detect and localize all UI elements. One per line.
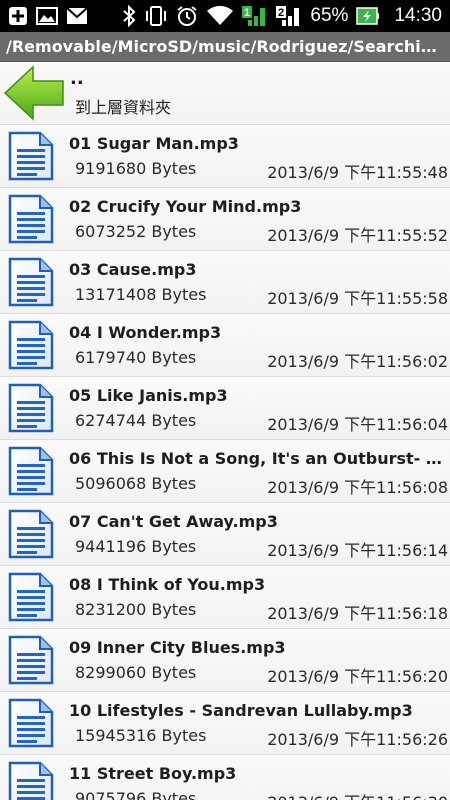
notification-icons [8, 6, 88, 26]
file-row[interactable]: 01 Sugar Man.mp3 9191680 Bytes 2013/6/9 … [0, 125, 450, 188]
file-date: 2013/6/9 下午11:56:18 [267, 604, 448, 623]
file-size: 5096068 Bytes [75, 474, 197, 493]
system-icons: 1 2 65% 14:30 [122, 4, 442, 28]
svg-text:2: 2 [278, 7, 284, 19]
file-name: 06 This Is Not a Song, It's an Outburst-… [69, 449, 447, 468]
file-date: 2013/6/9 下午11:56:20 [267, 667, 448, 686]
add-notification-icon [8, 6, 28, 26]
file-size: 6073252 Bytes [75, 222, 197, 241]
document-icon [7, 446, 55, 496]
file-row[interactable]: 08 I Think of You.mp3 8231200 Bytes 2013… [0, 566, 450, 629]
file-date: 2013/6/9 下午11:55:58 [267, 289, 448, 308]
parent-folder-name: .. [70, 68, 84, 89]
sim2-signal-icon: 2 [276, 4, 302, 28]
svg-text:1: 1 [244, 7, 250, 19]
file-size: 15945316 Bytes [75, 726, 207, 745]
mail-notification-icon [66, 7, 88, 25]
wifi-icon [206, 5, 234, 27]
vibrate-icon [144, 5, 168, 27]
file-size: 8299060 Bytes [75, 663, 197, 682]
file-size: 6179740 Bytes [75, 348, 197, 367]
file-name: 01 Sugar Man.mp3 [69, 134, 239, 153]
file-row[interactable]: 04 I Wonder.mp3 6179740 Bytes 2013/6/9 下… [0, 314, 450, 377]
file-date: 2013/6/9 下午11:55:52 [267, 226, 448, 245]
file-list[interactable]: .. 到上層資料夾 01 Sugar Man.mp3 9191680 Bytes… [0, 62, 450, 800]
document-icon [7, 509, 55, 559]
file-date: 2013/6/9 下午11:56:04 [267, 415, 448, 434]
battery-charging-icon [356, 6, 380, 26]
current-path: /Removable/MicroSD/music/Rodriguez/Searc… [6, 37, 444, 56]
file-date: 2013/6/9 下午11:56:02 [267, 352, 448, 371]
file-name: 02 Crucify Your Mind.mp3 [69, 197, 302, 216]
file-name: 07 Can't Get Away.mp3 [69, 512, 278, 531]
file-size: 8231200 Bytes [75, 600, 197, 619]
document-icon [7, 131, 55, 181]
back-arrow-icon [2, 64, 66, 122]
file-size: 13171408 Bytes [75, 285, 207, 304]
file-date: 2013/6/9 下午11:55:48 [267, 163, 448, 182]
file-row[interactable]: 11 Street Boy.mp3 9075796 Bytes 2013/6/9… [0, 755, 450, 800]
file-row[interactable]: 07 Can't Get Away.mp3 9441196 Bytes 2013… [0, 503, 450, 566]
file-date: 2013/6/9 下午11:56:26 [267, 730, 448, 749]
file-name: 05 Like Janis.mp3 [69, 386, 228, 405]
file-row[interactable]: 09 Inner City Blues.mp3 8299060 Bytes 20… [0, 629, 450, 692]
file-name: 08 I Think of You.mp3 [69, 575, 266, 594]
file-date: 2013/6/9 下午11:56:30 [267, 789, 448, 800]
file-size: 9191680 Bytes [75, 159, 197, 178]
document-icon [7, 698, 55, 748]
parent-folder-label: 到上層資料夾 [75, 98, 172, 117]
file-name: 10 Lifestyles - Sandrevan Lullaby.mp3 [69, 701, 413, 720]
document-icon [7, 194, 55, 244]
path-bar: /Removable/MicroSD/music/Rodriguez/Searc… [0, 32, 450, 62]
document-icon [7, 257, 55, 307]
document-icon [7, 572, 55, 622]
alarm-icon [176, 5, 198, 27]
battery-percent: 65% [310, 5, 349, 26]
file-row[interactable]: 06 This Is Not a Song, It's an Outburst-… [0, 440, 450, 503]
bluetooth-icon [122, 5, 136, 27]
file-row[interactable]: 05 Like Janis.mp3 6274744 Bytes 2013/6/9… [0, 377, 450, 440]
file-row[interactable]: 02 Crucify Your Mind.mp3 6073252 Bytes 2… [0, 188, 450, 251]
file-size: 9075796 Bytes [75, 789, 197, 800]
document-icon [7, 635, 55, 685]
file-name: 03 Cause.mp3 [69, 260, 197, 279]
file-name: 11 Street Boy.mp3 [69, 764, 237, 783]
file-size: 9441196 Bytes [75, 537, 197, 556]
file-size: 6274744 Bytes [75, 411, 197, 430]
file-row[interactable]: 10 Lifestyles - Sandrevan Lullaby.mp3 15… [0, 692, 450, 755]
document-icon [7, 761, 55, 800]
parent-folder-row[interactable]: .. 到上層資料夾 [0, 62, 450, 125]
sim1-signal-icon: 1 [242, 4, 268, 28]
image-notification-icon [36, 6, 58, 26]
file-date: 2013/6/9 下午11:56:14 [267, 541, 448, 560]
file-name: 09 Inner City Blues.mp3 [69, 638, 286, 657]
document-icon [7, 320, 55, 370]
file-date: 2013/6/9 下午11:56:08 [267, 478, 448, 497]
status-bar: 1 2 65% 14:30 [0, 0, 450, 32]
clock: 14:30 [394, 5, 442, 26]
document-icon [7, 383, 55, 433]
file-name: 04 I Wonder.mp3 [69, 323, 222, 342]
file-row[interactable]: 03 Cause.mp3 13171408 Bytes 2013/6/9 下午1… [0, 251, 450, 314]
